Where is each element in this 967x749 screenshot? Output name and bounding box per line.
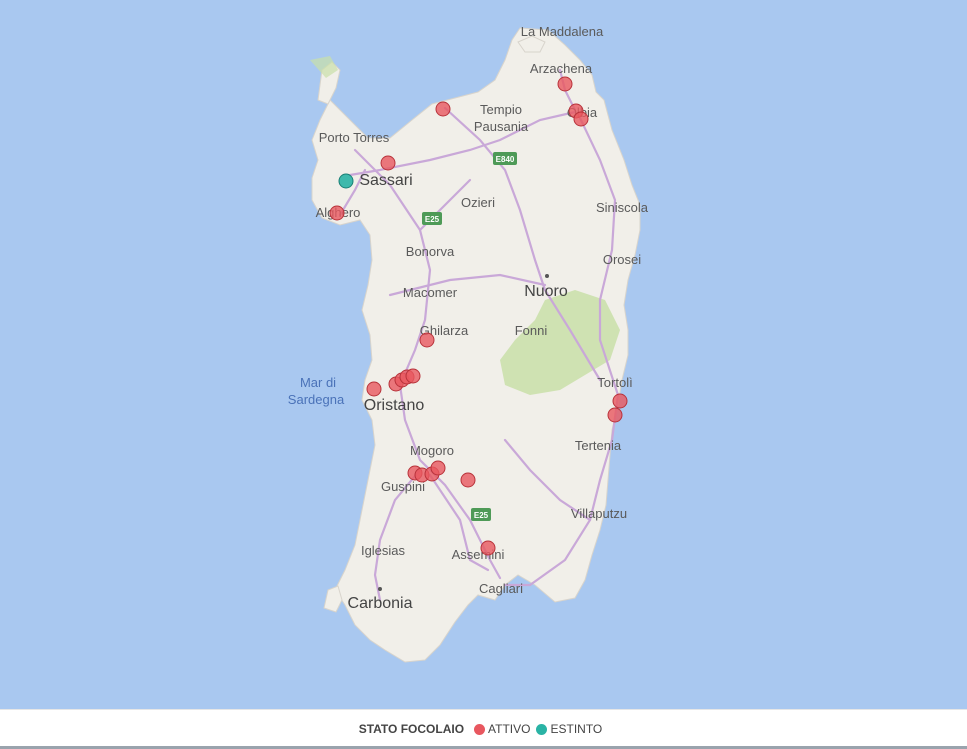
map-legend: STATO FOCOLAIO ATTIVO ESTINTO bbox=[0, 709, 967, 748]
place-label-villaputzu: Villaputzu bbox=[571, 506, 627, 521]
marker-attivo[interactable] bbox=[460, 472, 476, 488]
place-label-siniscola: Siniscola bbox=[596, 200, 649, 215]
place-label-ozieri: Ozieri bbox=[461, 195, 495, 210]
sea-label-line2: Sardegna bbox=[288, 392, 345, 407]
legend-item-estinto[interactable]: ESTINTO bbox=[536, 722, 602, 736]
road-shield-label: E25 bbox=[474, 511, 489, 520]
marker-attivo[interactable] bbox=[573, 111, 589, 127]
road-shield-e840: E840 bbox=[493, 152, 517, 165]
map-view[interactable]: E840 E25 E25 La Maddalena Arzachena Temp… bbox=[0, 0, 967, 709]
legend-dot-attivo-icon bbox=[474, 723, 486, 735]
place-label-tortoli: Tortolì bbox=[597, 375, 632, 390]
place-label-fonni: Fonni bbox=[515, 323, 548, 338]
place-label-arzachena: Arzachena bbox=[530, 61, 593, 76]
place-label-pausania: Pausania bbox=[474, 119, 529, 134]
marker-attivo[interactable] bbox=[380, 155, 396, 171]
place-label-tempio: Tempio bbox=[480, 102, 522, 117]
road-shield-label: E25 bbox=[425, 215, 440, 224]
road-shield-label: E840 bbox=[496, 155, 515, 164]
place-label-bonorva: Bonorva bbox=[406, 244, 455, 259]
place-label-cagliari: Cagliari bbox=[479, 581, 523, 596]
place-label-orosei: Orosei bbox=[603, 252, 641, 267]
marker-attivo[interactable] bbox=[557, 76, 573, 92]
marker-attivo[interactable] bbox=[480, 540, 496, 556]
legend-item-attivo[interactable]: ATTIVO bbox=[474, 722, 530, 736]
place-label-porto-torres: Porto Torres bbox=[319, 130, 390, 145]
place-label-tertenia: Tertenia bbox=[575, 438, 622, 453]
place-label-mogoro: Mogoro bbox=[410, 443, 454, 458]
marker-attivo[interactable] bbox=[612, 393, 628, 409]
place-label-macomer: Macomer bbox=[403, 285, 458, 300]
place-label-sassari: Sassari bbox=[359, 172, 412, 189]
place-label-assemini: Assemini bbox=[452, 547, 505, 562]
marker-estinto[interactable] bbox=[338, 173, 354, 189]
place-label-nuoro: Nuoro bbox=[524, 283, 568, 300]
sea-label-line1: Mar di bbox=[300, 375, 336, 390]
map-canvas[interactable]: E840 E25 E25 La Maddalena Arzachena Temp… bbox=[0, 0, 967, 709]
marker-attivo[interactable] bbox=[366, 381, 382, 397]
place-label-oristano: Oristano bbox=[364, 397, 425, 414]
marker-attivo[interactable] bbox=[435, 101, 451, 117]
marker-attivo[interactable] bbox=[419, 332, 435, 348]
road-shield-e25: E25 bbox=[471, 508, 491, 521]
marker-attivo[interactable] bbox=[329, 205, 345, 221]
road-shield-e25: E25 bbox=[422, 212, 442, 225]
place-label-iglesias: Iglesias bbox=[361, 543, 406, 558]
legend-title: STATO FOCOLAIO bbox=[358, 722, 465, 736]
marker-attivo[interactable] bbox=[430, 460, 446, 476]
marker-attivo[interactable] bbox=[405, 368, 421, 384]
legend-label-attivo: ATTIVO bbox=[488, 722, 531, 736]
legend-label-estinto: ESTINTO bbox=[550, 722, 603, 736]
place-label-carbonia: Carbonia bbox=[348, 595, 413, 612]
town-dot bbox=[545, 274, 549, 278]
legend-dot-estinto-icon bbox=[536, 723, 548, 735]
town-dot bbox=[378, 587, 382, 591]
marker-attivo[interactable] bbox=[607, 407, 623, 423]
place-label-la-maddalena: La Maddalena bbox=[521, 24, 604, 39]
